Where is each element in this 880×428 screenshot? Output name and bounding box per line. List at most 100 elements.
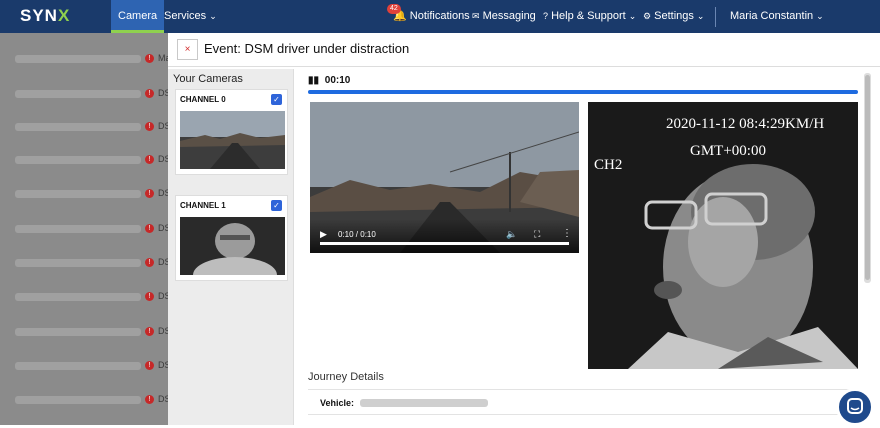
list-item[interactable]: ! DS [15, 257, 171, 271]
error-icon: ! [145, 292, 154, 302]
chevron-down-icon: ⌄ [816, 11, 824, 21]
logo-text-a: SYN [20, 6, 58, 25]
redacted-text [15, 395, 141, 404]
camera-checkbox[interactable]: ✓ [271, 200, 282, 211]
camera-thumbnail[interactable] [180, 111, 285, 169]
modal-header: × Event: DSM driver under distraction [168, 33, 880, 67]
redacted-text [15, 361, 141, 370]
modal-title: Event: DSM driver under distraction [204, 41, 410, 56]
camera-label: CHANNEL 1 [180, 201, 226, 210]
camera-checkbox[interactable]: ✓ [271, 94, 282, 105]
cameras-panel: Your Cameras CHANNEL 0 ✓ CHANNEL 1 ✓ [168, 69, 294, 425]
vehicle-row: Vehicle: [308, 389, 858, 415]
video-seek-bar[interactable] [320, 242, 569, 245]
error-icon: ! [145, 395, 154, 405]
overlay-channel: CH2 [594, 157, 623, 173]
help-label: Help & Support [551, 10, 626, 22]
question-icon: ? [543, 11, 549, 21]
list-item[interactable]: ! DS [15, 188, 171, 202]
synx-logo[interactable]: SYNX [20, 6, 70, 26]
envelope-icon: ✉ [472, 11, 480, 21]
redacted-text [15, 155, 141, 164]
tab-camera-label: Camera [118, 10, 158, 22]
list-item[interactable]: ! DS [15, 88, 171, 102]
player-area: ▮▮ 00:10 ▶ 0:10 / 0:10 🔈 ⛶ ⋮ 2020-11-12 … [296, 69, 880, 425]
scrollbar-thumb[interactable] [865, 75, 870, 280]
chevron-down-icon: ⌄ [696, 11, 705, 21]
driver-thumbnail-image [193, 223, 277, 293]
settings-label: Settings [654, 10, 694, 22]
user-name: Maria Constantin [730, 10, 814, 22]
redacted-text [15, 89, 141, 98]
list-item[interactable]: ! DS [15, 326, 171, 340]
modal-scrollbar[interactable] [864, 73, 871, 283]
cameras-title: Your Cameras [173, 73, 243, 85]
more-options-icon[interactable]: ⋮ [562, 228, 572, 239]
list-item[interactable]: ! Ma [15, 53, 171, 67]
redacted-text [15, 122, 141, 131]
chat-widget-button[interactable] [836, 388, 874, 426]
error-icon: ! [145, 122, 154, 132]
vehicle-label: Vehicle: [320, 398, 355, 408]
fullscreen-icon[interactable]: ⛶ [534, 229, 540, 240]
list-item[interactable]: ! DS [15, 394, 171, 408]
close-button[interactable]: × [177, 39, 198, 60]
error-icon: ! [145, 54, 154, 64]
user-menu[interactable]: Maria Constantin ⌄ [730, 0, 824, 33]
list-item[interactable]: ! DS [15, 291, 171, 305]
overlay-timezone: GMT+00:00 [690, 143, 766, 159]
playback-time: 00:10 [324, 75, 351, 86]
list-item[interactable]: ! DS [15, 360, 171, 374]
event-modal: × Event: DSM driver under distraction Yo… [168, 33, 880, 425]
notifications-button[interactable]: 🔔 42 Notifications [387, 0, 470, 33]
error-icon: ! [145, 89, 154, 99]
redacted-text [15, 189, 141, 198]
chevron-down-icon: ⌄ [628, 11, 637, 21]
redacted-text [15, 224, 141, 233]
error-icon: ! [145, 258, 154, 268]
list-item[interactable]: ! DS [15, 223, 171, 237]
pause-icon[interactable]: ▮▮ [308, 75, 319, 86]
redacted-text [15, 258, 141, 267]
camera-label: CHANNEL 0 [180, 95, 226, 104]
tab-services[interactable]: Services ⌄ [157, 0, 224, 33]
overlay-date: 2020-11-12 08:4:29KM/H [666, 116, 825, 132]
error-icon: ! [145, 155, 154, 165]
logo-text-b: X [57, 6, 71, 25]
messaging-button[interactable]: ✉ Messaging [472, 0, 536, 33]
video-channel-1[interactable]: 2020-11-12 08:4:29KM/H GMT+00:00 CH2 [588, 102, 858, 369]
error-icon: ! [145, 327, 154, 337]
video-channel-0[interactable]: ▶ 0:10 / 0:10 🔈 ⛶ ⋮ [310, 102, 579, 253]
close-icon: × [184, 44, 191, 55]
street-thumbnail-image [180, 111, 285, 169]
top-navbar: SYNX Camera Services ⌄ 🔔 42 Notifications … [0, 0, 880, 33]
redacted-text [15, 54, 141, 63]
settings-menu[interactable]: ⚙ Settings ⌄ [643, 0, 704, 33]
video-controls: ▶ 0:10 / 0:10 🔈 ⛶ ⋮ [310, 219, 579, 253]
camera-card-channel-1[interactable]: CHANNEL 1 ✓ [175, 195, 288, 293]
playback-status[interactable]: ▮▮ 00:10 [308, 75, 350, 86]
camera-card-channel-0[interactable]: CHANNEL 0 ✓ [175, 89, 288, 175]
redacted-text [15, 327, 141, 336]
volume-icon[interactable]: 🔈 [506, 229, 517, 240]
journey-details-title: Journey Details [308, 371, 384, 383]
chevron-down-icon: ⌄ [209, 11, 217, 21]
error-icon: ! [145, 189, 154, 199]
notifications-badge: 42 [387, 4, 401, 14]
video-time: 0:10 / 0:10 [338, 230, 376, 239]
list-item[interactable]: ! DS [15, 121, 171, 135]
redacted-text [15, 292, 141, 301]
chat-icon [847, 398, 863, 414]
camera-thumbnail[interactable] [180, 217, 285, 293]
redacted-text [360, 399, 488, 407]
bell-icon: 🔔 42 [387, 0, 407, 33]
error-icon: ! [145, 224, 154, 234]
play-icon[interactable]: ▶ [320, 229, 327, 240]
notifications-label: Notifications [409, 10, 470, 22]
playback-progress-bar[interactable] [308, 90, 858, 94]
tab-services-label: Services [164, 10, 207, 22]
error-icon: ! [145, 361, 154, 371]
check-icon: ✓ [273, 201, 280, 210]
list-item[interactable]: ! DS [15, 154, 171, 168]
help-support-menu[interactable]: ? Help & Support ⌄ [543, 0, 636, 33]
